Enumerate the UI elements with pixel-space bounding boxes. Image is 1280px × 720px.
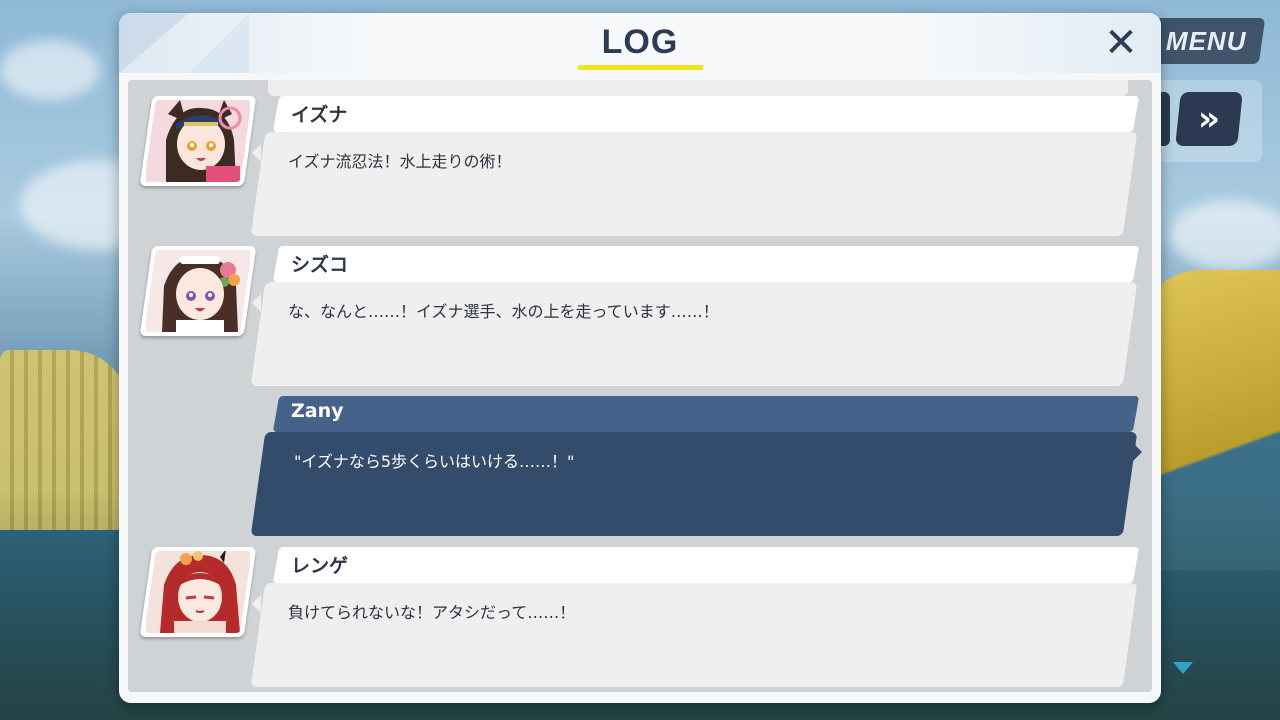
cloud bbox=[0, 40, 100, 100]
message-pointer bbox=[1132, 442, 1142, 462]
menu-button-label: MENU bbox=[1165, 25, 1247, 56]
log-entry: レンゲ 負けてられないな！アタシだって……！ bbox=[128, 547, 1152, 689]
cloud bbox=[1170, 200, 1280, 270]
log-scroll-area[interactable]: イズナ イズナ流忍法！水上走りの術！ シズコ な、なんと……！イズナ選手、水の上… bbox=[128, 80, 1152, 692]
message-text: 負けてられないな！アタシだって……！ bbox=[288, 603, 576, 622]
dialog-title: LOG bbox=[601, 23, 679, 61]
log-entry: イズナ イズナ流忍法！水上走りの術！ bbox=[128, 96, 1152, 238]
fast-forward-icon: » bbox=[1198, 99, 1212, 139]
skip-button[interactable]: » bbox=[1175, 92, 1243, 146]
speaker-name: レンゲ bbox=[291, 555, 349, 577]
message-text: イズナ流忍法！水上走りの術！ bbox=[288, 152, 512, 171]
speaker-name: Zany bbox=[291, 400, 344, 422]
dialog-header: LOG ✕ bbox=[119, 13, 1161, 73]
message-text: な、なんと……！イズナ選手、水の上を走っています……！ bbox=[288, 302, 719, 321]
close-button[interactable]: ✕ bbox=[1099, 21, 1143, 65]
speaker-name-bar bbox=[272, 547, 1140, 583]
message-pointer bbox=[252, 144, 261, 162]
shizuko-portrait bbox=[139, 246, 257, 336]
title-underline bbox=[578, 65, 703, 70]
speaker-name: イズナ bbox=[291, 104, 348, 126]
speaker-name-bar bbox=[272, 246, 1140, 282]
izuna-portrait bbox=[139, 96, 257, 186]
speaker-name: シズコ bbox=[291, 254, 349, 276]
log-entry-player: Zany "イズナなら5歩くらいはいける……！" bbox=[128, 396, 1152, 538]
menu-button[interactable]: MENU bbox=[1146, 18, 1266, 64]
log-dialog: LOG ✕ イズナ イズナ流忍法！水上走りの術！ シズコ な、なんと……！イズナ… bbox=[119, 13, 1161, 703]
next-indicator-icon bbox=[1173, 662, 1193, 674]
log-entry: シズコ な、なんと……！イズナ選手、水の上を走っています……！ bbox=[128, 246, 1152, 388]
renge-portrait bbox=[139, 547, 257, 637]
close-icon: ✕ bbox=[1104, 20, 1138, 66]
previous-entry-edge bbox=[268, 80, 1128, 96]
message-pointer bbox=[252, 595, 261, 613]
message-pointer bbox=[252, 294, 261, 312]
speaker-name-bar bbox=[272, 96, 1140, 132]
message-text: "イズナなら5歩くらいはいける……！" bbox=[294, 452, 575, 471]
speaker-name-bar bbox=[272, 396, 1140, 432]
